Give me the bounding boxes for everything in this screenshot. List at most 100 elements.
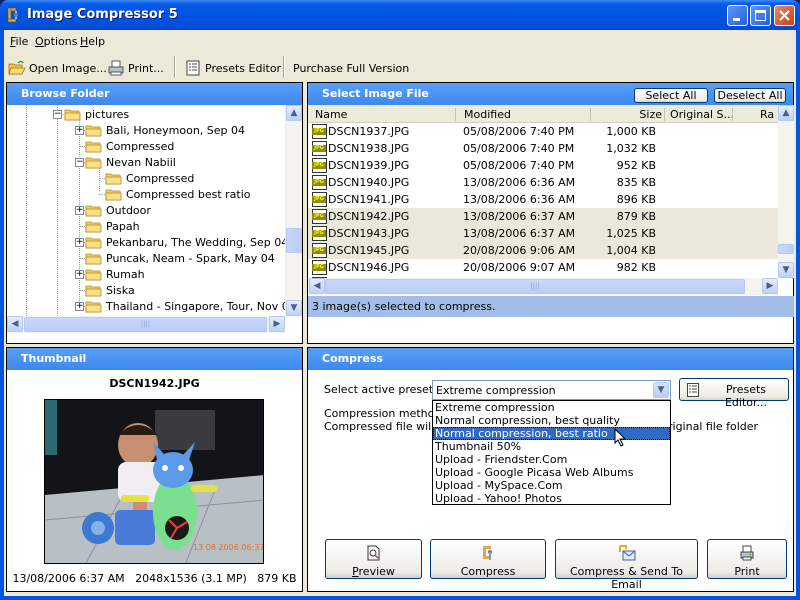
file-name: DSCN1946.JPG	[328, 261, 410, 274]
tree-node[interactable]: Papah	[85, 218, 140, 234]
browse-folder-panel: Browse Folder pictures − Bali, Honeymoon, …	[6, 82, 303, 344]
tree-node[interactable]: Pekanbaru, The Wedding, Sep 04	[85, 234, 285, 250]
preset-value: Extreme compression	[436, 384, 556, 397]
scroll-up-button[interactable]: ▲	[778, 105, 794, 121]
compress-button[interactable]: Compress	[430, 539, 546, 579]
tree-node[interactable]: Rumah	[85, 266, 145, 282]
menu-help[interactable]: Help	[80, 35, 105, 48]
tree-node[interactable]: Compressed	[85, 138, 174, 154]
file-row[interactable]: JPG DSCN1945.JPG 20/08/2006 9:06 AM 1,004 K…	[308, 242, 778, 259]
tree-node[interactable]: Puncak, Neam - Spark, May 04	[85, 250, 275, 266]
folder-tree-vscroll[interactable]: ▲ ▼	[285, 105, 302, 316]
file-list-hscroll[interactable]: ◀ |||| ▶	[308, 278, 778, 295]
expand-icon[interactable]: +	[75, 302, 84, 311]
scroll-down-button[interactable]: ▼	[778, 262, 794, 278]
column-name[interactable]: Name	[315, 108, 347, 121]
file-list[interactable]: JPG DSCN1937.JPG 05/08/2006 7:40 PM 1,000 K…	[308, 123, 778, 296]
expand-icon[interactable]: +	[75, 206, 84, 215]
expand-icon[interactable]: +	[75, 270, 84, 279]
folder-tree-hscroll[interactable]: ◀ |||| ▶	[7, 316, 285, 333]
file-row[interactable]: JPG DSCN1938.JPG 05/08/2006 7:40 PM 1,032 K…	[308, 140, 778, 157]
tree-connector	[99, 194, 105, 195]
file-row[interactable]: JPG DSCN1946.JPG 20/08/2006 9:07 AM 982 KB	[308, 259, 778, 276]
tree-node-label: Siska	[106, 283, 135, 297]
scroll-right-button[interactable]: ▶	[269, 316, 285, 332]
collapse-icon[interactable]: −	[75, 158, 84, 167]
preview-label: Preview	[326, 565, 421, 578]
scroll-left-button[interactable]: ◀	[309, 278, 325, 294]
scroll-thumb[interactable]: ||||	[325, 279, 745, 294]
minimize-icon	[733, 18, 740, 21]
preset-option[interactable]: Upload - Friendster.Com	[433, 453, 670, 466]
expand-icon[interactable]: +	[75, 238, 84, 247]
tree-node[interactable]: Compressed best ratio	[105, 186, 251, 202]
purchase-button[interactable]: Purchase Full Version	[293, 58, 409, 78]
presets-editor-button[interactable]: Presets Editor...	[679, 378, 789, 409]
expand-icon[interactable]: +	[75, 126, 84, 135]
tree-node[interactable]: Thailand - Singapore, Tour, Nov 04	[85, 298, 285, 314]
scroll-thumb[interactable]	[286, 228, 302, 253]
preset-option[interactable]: Normal compression, best ratio	[433, 427, 670, 440]
close-button[interactable]	[774, 5, 795, 26]
print-bottom-button[interactable]: Print	[707, 539, 787, 579]
scroll-up-button[interactable]: ▲	[286, 105, 302, 121]
preset-option[interactable]: Upload - Google Picasa Web Albums	[433, 466, 670, 479]
chevron-down-icon[interactable]: ▼	[653, 382, 669, 398]
tree-node-label: Rumah	[106, 267, 145, 281]
column-ratio[interactable]: Ra	[760, 108, 774, 121]
file-row[interactable]: JPG DSCN1942.JPG 13/08/2006 6:37 AM 879 KB	[308, 208, 778, 225]
tree-node[interactable]: Siska	[85, 282, 135, 298]
file-row[interactable]: JPG DSCN1940.JPG 13/08/2006 6:36 AM 835 KB	[308, 174, 778, 191]
file-row[interactable]: JPG DSCN1939.JPG 05/08/2006 7:40 PM 952 KB	[308, 157, 778, 174]
column-separator[interactable]	[590, 108, 591, 121]
tree-node[interactable]: Outdoor	[85, 202, 151, 218]
compress-send-email-button[interactable]: Compress & Send To Email	[555, 539, 698, 591]
scroll-right-button[interactable]: ▶	[762, 278, 778, 294]
file-size: 835 KB	[616, 176, 656, 189]
print-button[interactable]: Print...	[108, 58, 164, 78]
menu-options-accel: O	[35, 35, 44, 48]
preset-option[interactable]: Upload - Yahoo! Photos	[433, 492, 670, 505]
tree-node[interactable]: Nevan Nabiil	[85, 154, 176, 170]
maximize-button[interactable]	[750, 5, 771, 26]
file-row[interactable]: JPG DSCN1943.JPG 13/08/2006 6:37 AM 1,025 K…	[308, 225, 778, 242]
preset-combobox[interactable]: Extreme compression ▼	[432, 380, 671, 400]
title-bar[interactable]: Image Compressor 5	[0, 0, 800, 30]
menu-help-rest: elp	[88, 35, 106, 48]
menu-options[interactable]: Options	[35, 35, 77, 48]
folder-icon	[85, 220, 102, 233]
preset-option[interactable]: Thumbnail 50%	[433, 440, 670, 453]
preset-option[interactable]: Normal compression, best quality	[433, 414, 670, 427]
collapse-icon[interactable]: −	[53, 110, 62, 119]
column-size[interactable]: Size	[618, 108, 662, 121]
tree-node-label: Outdoor	[106, 203, 151, 217]
file-row[interactable]: JPG DSCN1941.JPG 13/08/2006 6:36 AM 896 KB	[308, 191, 778, 208]
file-list-vscroll[interactable]: ▲ ▼	[778, 105, 794, 278]
preset-dropdown-list[interactable]: Extreme compression Normal compression, b…	[432, 400, 671, 505]
scroll-down-button[interactable]: ▼	[286, 300, 302, 316]
open-image-button[interactable]: Open Image...	[8, 58, 107, 78]
preset-option[interactable]: Extreme compression	[433, 401, 670, 414]
minimize-button[interactable]	[727, 5, 748, 26]
deselect-all-button[interactable]: Deselect All	[714, 88, 786, 103]
column-modified[interactable]: Modified	[464, 108, 511, 121]
presets-editor-toolbar-button[interactable]: Presets Editor	[186, 58, 281, 78]
tree-node[interactable]: pictures	[64, 106, 129, 122]
folder-tree[interactable]: pictures − Bali, Honeymoon, Sep 04 + Compres…	[7, 105, 285, 316]
scroll-left-button[interactable]: ◀	[7, 316, 23, 332]
tree-node[interactable]: Bali, Honeymoon, Sep 04	[85, 122, 245, 138]
column-separator[interactable]	[732, 108, 733, 121]
scroll-thumb[interactable]: ||||	[24, 317, 267, 332]
file-row[interactable]: JPG DSCN1937.JPG 05/08/2006 7:40 PM 1,000 K…	[308, 123, 778, 140]
menu-file[interactable]: File	[10, 35, 28, 48]
column-separator[interactable]	[455, 108, 456, 121]
scroll-thumb[interactable]	[778, 244, 794, 254]
tree-connector	[79, 146, 85, 147]
column-original-size[interactable]: Original S...	[670, 108, 734, 121]
column-separator[interactable]	[664, 108, 665, 121]
select-all-button[interactable]: Select All	[634, 88, 708, 103]
preview-button[interactable]: Preview	[325, 539, 422, 579]
tree-node[interactable]: Compressed	[105, 170, 194, 186]
preset-option[interactable]: Upload - MySpace.Com	[433, 479, 670, 492]
menu-file-rest: ile	[15, 35, 29, 48]
